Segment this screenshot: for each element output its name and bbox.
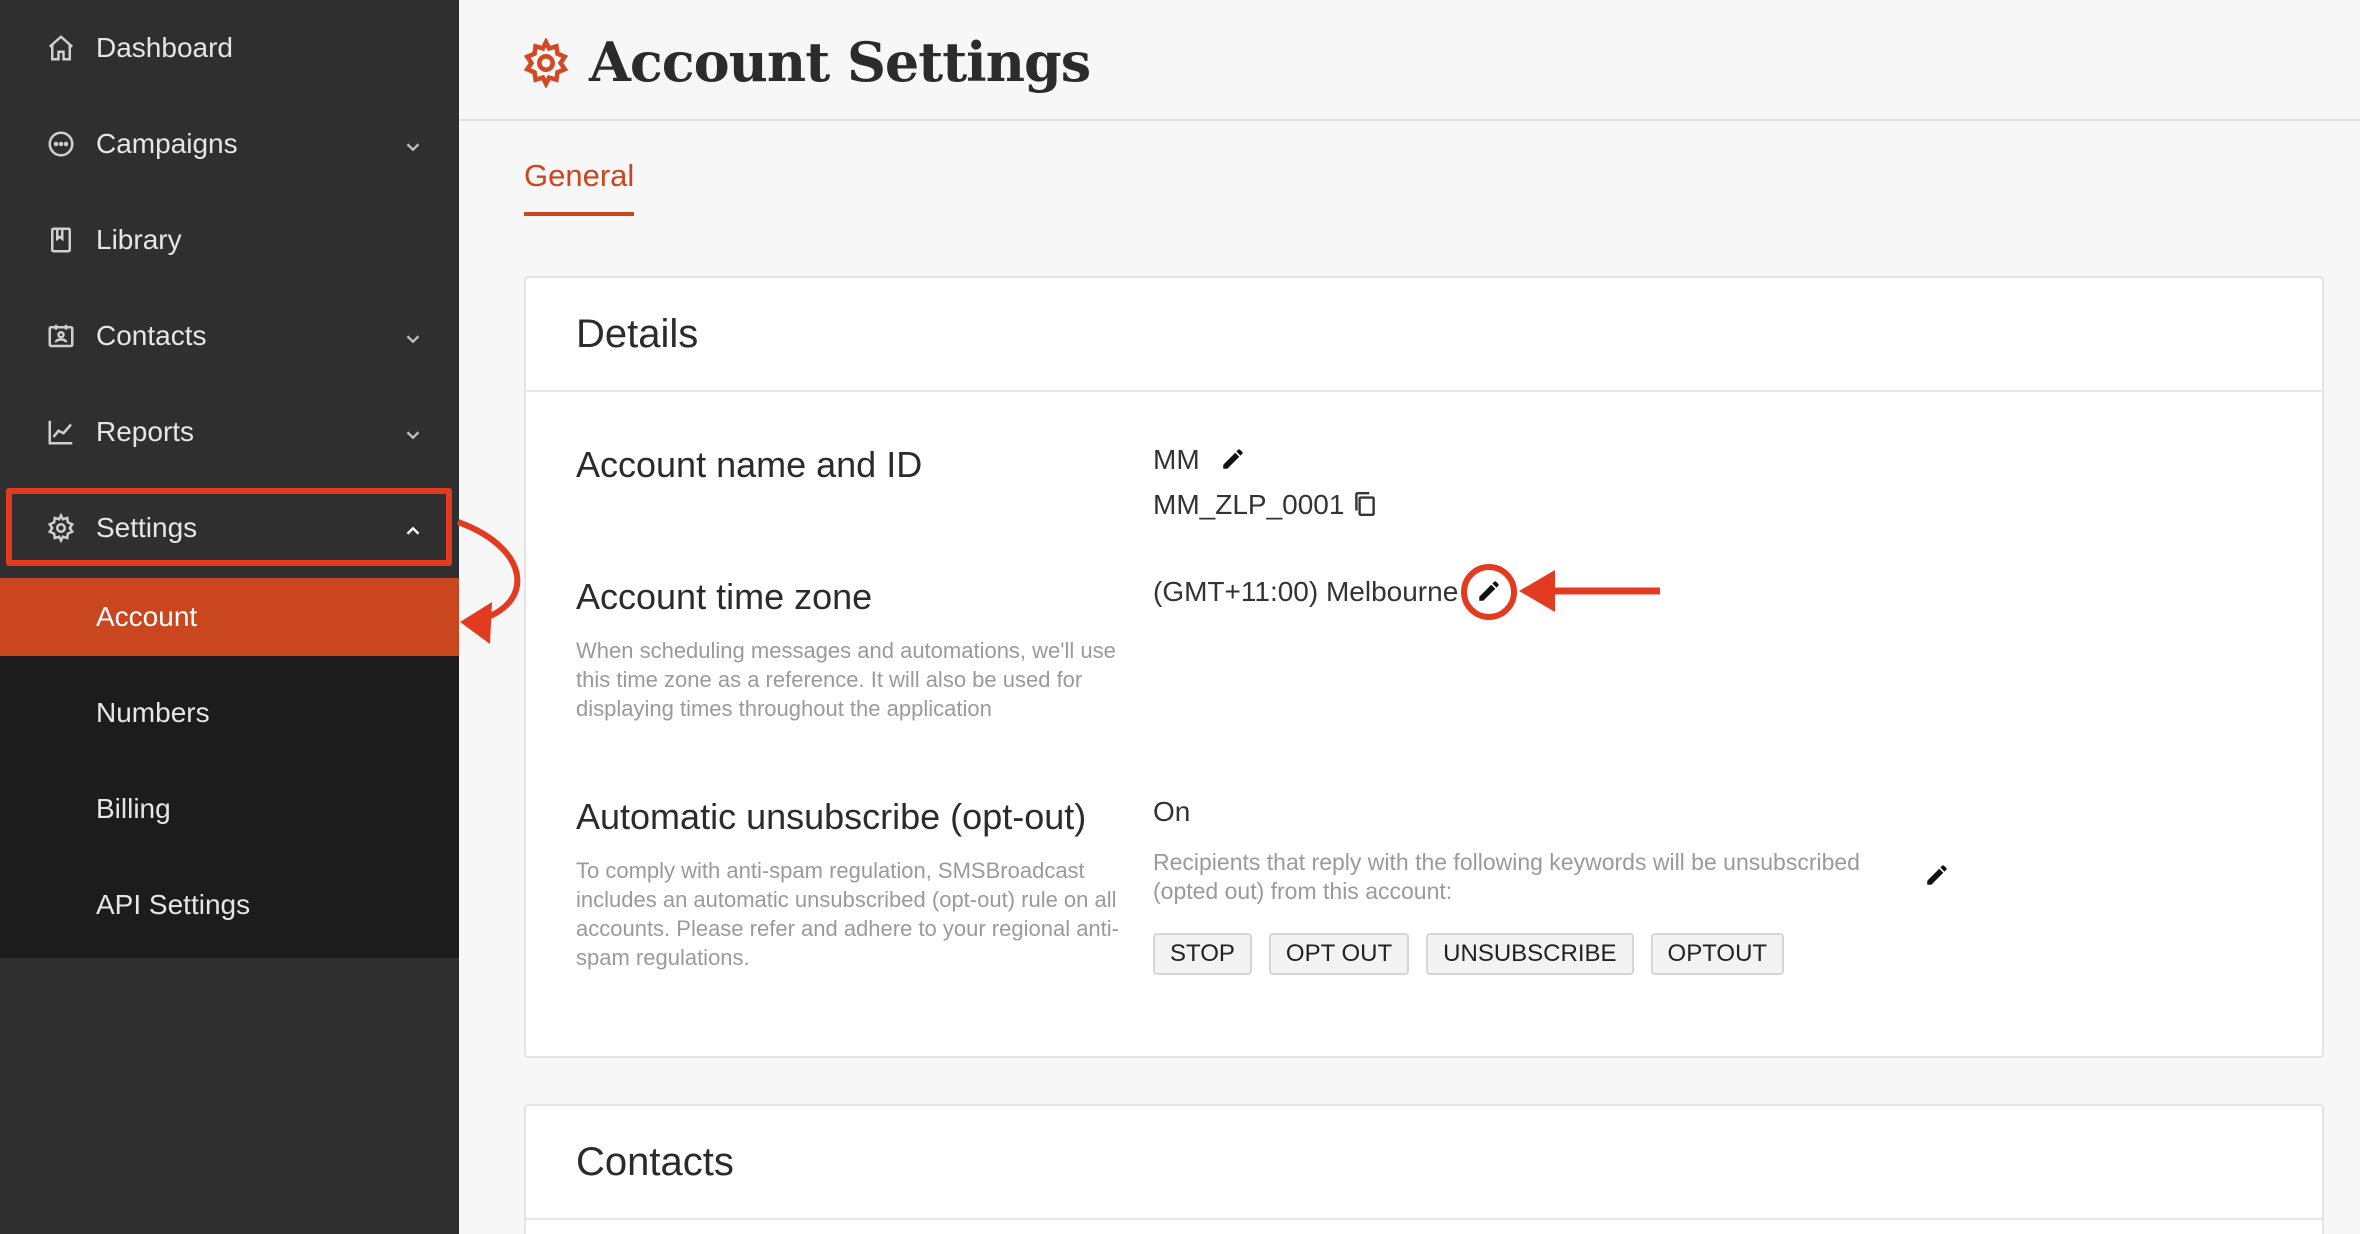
gear-icon xyxy=(46,513,76,543)
keywords-note: Recipients that reply with the following… xyxy=(1153,849,1860,904)
sidebar-item-label: Library xyxy=(96,224,182,255)
sidebar-item-label: Dashboard xyxy=(96,32,233,63)
submenu-item-label: Account xyxy=(96,601,198,632)
submenu-item-api-settings[interactable]: API Settings xyxy=(0,866,459,944)
home-icon xyxy=(46,33,76,63)
account-name-label: Account name and ID xyxy=(576,444,923,485)
submenu-item-label: Billing xyxy=(96,793,171,824)
unsubscribe-status: On xyxy=(1153,796,1191,827)
edit-keywords-icon[interactable] xyxy=(1924,862,1950,888)
unsubscribe-description: To comply with anti-spam regulation, SMS… xyxy=(576,858,1119,970)
sidebar-item-campaigns[interactable]: Campaigns xyxy=(0,96,459,192)
contacts-card: Contacts xyxy=(524,1104,2324,1234)
card-title: Contacts xyxy=(526,1106,2322,1220)
edit-timezone-icon[interactable] xyxy=(1476,578,1502,604)
keyword-list: STOP OPT OUT UNSUBSCRIBE OPTOUT xyxy=(1153,933,1785,975)
account-id-value: MM_ZLP_0001 xyxy=(1153,489,1345,520)
page-title: Account Settings xyxy=(589,30,1091,94)
sidebar-item-label: Contacts xyxy=(96,320,207,351)
unsubscribe-label: Automatic unsubscribe (opt-out) xyxy=(576,796,1087,837)
tab-general[interactable]: General xyxy=(524,158,635,216)
sidebar-item-label: Campaigns xyxy=(96,128,238,159)
settings-submenu: Account Numbers Billing API Settings xyxy=(0,578,459,958)
timezone-value: (GMT+11:00) Melbourne xyxy=(1153,576,1459,607)
sidebar-item-dashboard[interactable]: Dashboard xyxy=(0,0,459,96)
chart-icon xyxy=(46,417,76,447)
chevron-up-icon[interactable] xyxy=(402,517,424,539)
keyword-tag: STOP xyxy=(1153,933,1252,975)
submenu-item-billing[interactable]: Billing xyxy=(0,770,459,848)
sidebar-item-label: Settings xyxy=(96,512,198,543)
sidebar-item-settings[interactable]: Settings xyxy=(0,480,459,576)
keyword-tag: OPT OUT xyxy=(1268,933,1410,975)
book-icon xyxy=(46,225,76,255)
account-name-value: MM xyxy=(1153,444,1200,475)
submenu-item-label: Numbers xyxy=(96,697,210,728)
contacts-icon xyxy=(46,321,76,351)
sidebar-item-library[interactable]: Library xyxy=(0,192,459,288)
sidebar: Dashboard Campaigns Library Contacts Rep… xyxy=(0,0,459,1234)
submenu-item-label: API Settings xyxy=(96,889,251,920)
sidebar-item-label: Reports xyxy=(96,416,195,447)
chevron-down-icon[interactable] xyxy=(402,133,424,155)
card-title: Details xyxy=(526,278,2322,392)
chevron-down-icon[interactable] xyxy=(402,421,424,443)
sidebar-item-reports[interactable]: Reports xyxy=(0,384,459,480)
page-header: Account Settings xyxy=(459,0,2360,121)
copy-icon[interactable] xyxy=(1352,490,1378,518)
details-card: Details Account name and ID MM MM_ZLP_00… xyxy=(524,276,2324,1058)
submenu-item-numbers[interactable]: Numbers xyxy=(0,674,459,752)
keyword-tag: OPTOUT xyxy=(1650,933,1785,975)
chat-icon xyxy=(46,129,76,159)
timezone-description: When scheduling messages and automations… xyxy=(576,638,1116,721)
edit-name-icon[interactable] xyxy=(1220,446,1246,472)
submenu-item-account[interactable]: Account xyxy=(0,578,459,656)
gear-icon xyxy=(521,37,571,89)
sidebar-item-contacts[interactable]: Contacts xyxy=(0,288,459,384)
chevron-down-icon[interactable] xyxy=(402,325,424,347)
timezone-label: Account time zone xyxy=(576,576,873,617)
keyword-tag: UNSUBSCRIBE xyxy=(1426,933,1634,975)
